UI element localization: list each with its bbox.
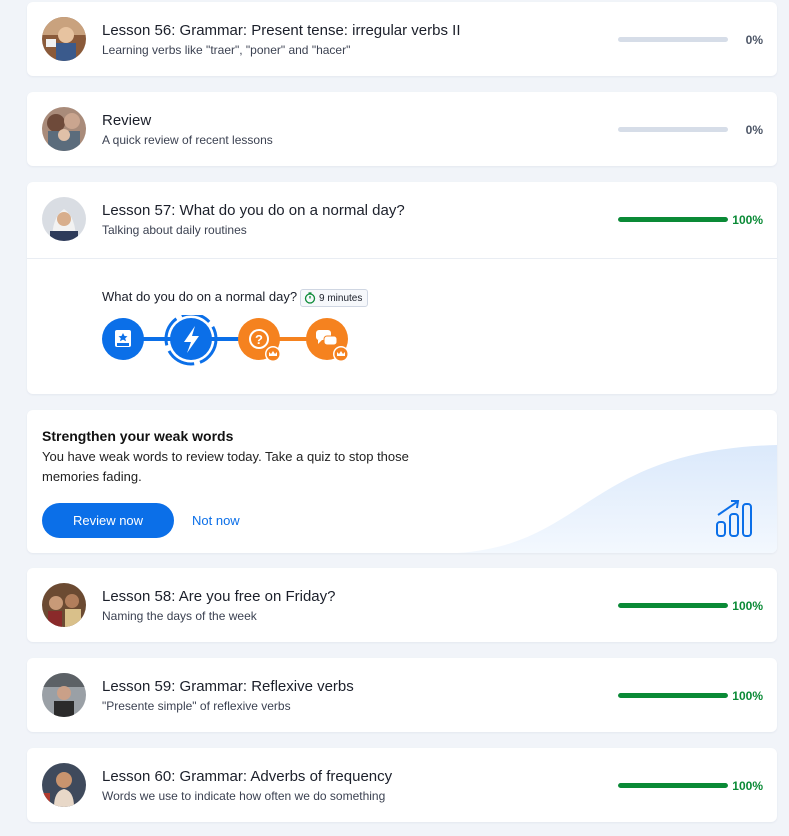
activity-steps: ? — [102, 315, 349, 366]
lesson-title: Lesson 59: Grammar: Reflexive verbs — [102, 678, 354, 695]
lesson-thumbnail — [42, 197, 86, 241]
progress-bar — [618, 693, 728, 698]
lightning-icon[interactable] — [164, 315, 218, 366]
lesson-subtitle: Words we use to indicate how often we do… — [102, 789, 386, 803]
timer-icon — [304, 292, 316, 304]
progress-bar — [618, 37, 728, 42]
lesson-title: Lesson 57: What do you do on a normal da… — [102, 202, 405, 219]
lesson-card-59[interactable]: Lesson 59: Grammar: Reflexive verbs "Pre… — [27, 658, 777, 732]
svg-text:?: ? — [255, 332, 263, 347]
lesson-row[interactable]: Lesson 56: Grammar: Present tense: irreg… — [27, 2, 777, 76]
not-now-button[interactable]: Not now — [192, 503, 240, 538]
weak-words-title: Strengthen your weak words — [42, 428, 234, 444]
lesson-subtitle: Learning verbs like "traer", "poner" and… — [102, 43, 351, 57]
question-icon[interactable]: ? — [238, 318, 281, 362]
lesson-thumbnail — [42, 17, 86, 61]
weak-words-card: Strengthen your weak words You have weak… — [27, 410, 777, 553]
progress-bar — [618, 217, 728, 222]
lesson-title: Review — [102, 112, 152, 129]
lesson-card-58[interactable]: Lesson 58: Are you free on Friday? Namin… — [27, 568, 777, 642]
progress-percent: 100% — [732, 779, 763, 793]
lesson-thumbnail — [42, 673, 86, 717]
progress-bar — [618, 127, 728, 132]
lesson-card-56[interactable]: Lesson 56: Grammar: Present tense: irreg… — [27, 2, 777, 76]
lesson-row[interactable]: Lesson 58: Are you free on Friday? Namin… — [27, 568, 777, 642]
lesson-card-57[interactable]: Lesson 57: What do you do on a normal da… — [27, 182, 777, 394]
review-thumbnail — [42, 107, 86, 151]
lesson-subtitle: Naming the days of the week — [102, 609, 257, 623]
progress-bar — [618, 603, 728, 608]
progress-percent: 100% — [732, 599, 763, 613]
duration-badge: 9 minutes — [300, 289, 369, 307]
lesson-row[interactable]: Lesson 57: What do you do on a normal da… — [27, 182, 777, 256]
lesson-thumbnail — [42, 763, 86, 807]
lesson-row[interactable]: Lesson 60: Grammar: Adverbs of frequency… — [27, 748, 777, 822]
progress-percent: 100% — [732, 689, 763, 703]
weak-words-text: You have weak words to review today. Tak… — [42, 449, 409, 484]
progress-percent: 0% — [745, 33, 763, 47]
lesson-subtitle: "Presente simple" of reflexive verbs — [102, 699, 291, 713]
lesson-subtitle: A quick review of recent lessons — [102, 133, 273, 147]
duration-label: 9 minutes — [319, 292, 363, 304]
lesson-card-60[interactable]: Lesson 60: Grammar: Adverbs of frequency… — [27, 748, 777, 822]
review-card[interactable]: Review A quick review of recent lessons … — [27, 92, 777, 166]
lesson-thumbnail — [42, 583, 86, 627]
lesson-title: Lesson 56: Grammar: Present tense: irreg… — [102, 22, 461, 39]
activity-title: What do you do on a normal day? — [102, 289, 298, 304]
bar-chart-trending-icon — [716, 500, 752, 537]
lesson-row[interactable]: Review A quick review of recent lessons … — [27, 92, 777, 166]
progress-percent: 0% — [745, 123, 763, 137]
chat-icon[interactable] — [306, 318, 349, 362]
lesson-title: Lesson 58: Are you free on Friday? — [102, 588, 336, 605]
progress-percent: 100% — [732, 213, 763, 227]
lesson-subtitle: Talking about daily routines — [102, 223, 247, 237]
flashcard-icon[interactable] — [102, 318, 144, 360]
divider — [27, 258, 777, 259]
lesson-row[interactable]: Lesson 59: Grammar: Reflexive verbs "Pre… — [27, 658, 777, 732]
lesson-title: Lesson 60: Grammar: Adverbs of frequency — [102, 768, 393, 785]
progress-bar — [618, 783, 728, 788]
review-now-button[interactable]: Review now — [42, 503, 174, 538]
